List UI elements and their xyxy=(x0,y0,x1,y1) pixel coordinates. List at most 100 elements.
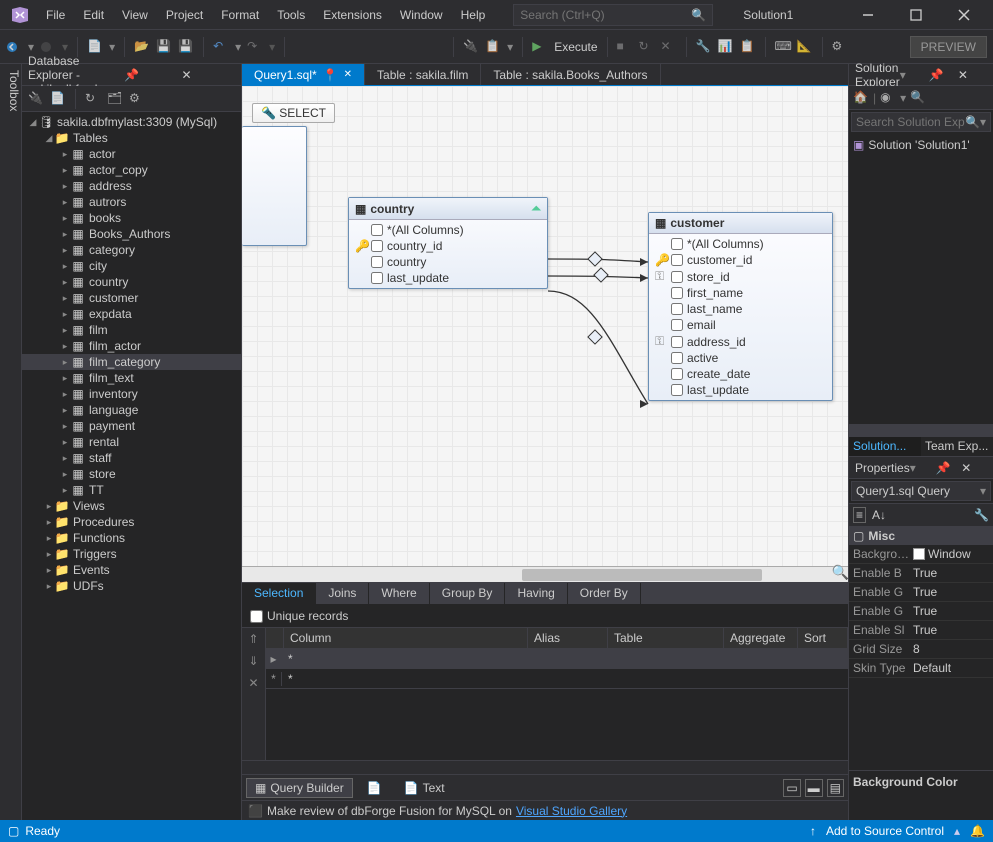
grid-scrollbar[interactable] xyxy=(242,760,848,774)
property-grid[interactable]: ▢Misc BackgroundWindowEnable BTrueEnable… xyxy=(849,527,993,770)
close-button[interactable] xyxy=(941,0,987,30)
table-node[interactable]: ▸▦staff xyxy=(22,450,241,466)
table-node[interactable]: ▸▦autrors xyxy=(22,194,241,210)
table-box-country[interactable]: ▦country⏶ *(All Columns) 🔑country_id cou… xyxy=(348,197,548,289)
unique-records-check[interactable] xyxy=(250,610,263,623)
column-check[interactable] xyxy=(671,368,683,380)
close-icon[interactable]: ✕ xyxy=(958,68,987,82)
property-row[interactable]: Enable GTrue xyxy=(849,602,993,621)
minimize-button[interactable] xyxy=(845,0,891,30)
pin-icon[interactable]: 📌 xyxy=(124,68,177,82)
close-icon[interactable]: ✕ xyxy=(961,461,987,475)
subtab-selection[interactable]: Selection xyxy=(242,583,316,604)
property-row[interactable]: Grid Size8 xyxy=(849,640,993,659)
gallery-link[interactable]: Visual Studio Gallery xyxy=(516,804,627,818)
misc-tb-icon[interactable]: 🔧 xyxy=(696,39,712,55)
connect-icon[interactable]: 🔌 xyxy=(28,91,44,107)
property-object-selector[interactable]: Query1.sql Query▾ xyxy=(851,481,991,501)
notifications-icon[interactable]: 🔔 xyxy=(970,824,985,838)
property-row[interactable]: Skin TypeDefault xyxy=(849,659,993,678)
preview-button[interactable]: PREVIEW xyxy=(910,36,987,58)
maximize-button[interactable] xyxy=(893,0,939,30)
toolbox-tab[interactable]: Toolbox xyxy=(0,64,22,820)
column-row[interactable]: last_name xyxy=(649,301,832,317)
new-file-icon[interactable]: 📄 xyxy=(87,39,103,55)
table-node[interactable]: ▸▦payment xyxy=(22,418,241,434)
table-node[interactable]: ▸▦category xyxy=(22,242,241,258)
subtab-where[interactable]: Where xyxy=(369,583,429,604)
column-name[interactable]: customer_id xyxy=(687,253,752,267)
column-check[interactable] xyxy=(371,256,383,268)
table-node[interactable]: ▸▦language xyxy=(22,402,241,418)
table-node[interactable]: ▸▦TT xyxy=(22,482,241,498)
col-header-column[interactable]: Column xyxy=(284,628,528,648)
source-control-button[interactable]: Add to Source Control xyxy=(826,824,944,838)
close-icon[interactable]: ✕ xyxy=(344,69,352,80)
delete-icon[interactable]: ✕ xyxy=(248,676,258,690)
view-icon[interactable]: ▬ xyxy=(805,779,823,797)
settings-icon[interactable]: ⚙ xyxy=(832,39,848,55)
menu-help[interactable]: Help xyxy=(453,4,494,26)
property-row[interactable]: BackgroundWindow xyxy=(849,545,993,564)
udfs-folder[interactable]: UDFs xyxy=(73,579,104,593)
column-row[interactable]: email xyxy=(649,317,832,333)
misc-tb-icon[interactable]: 📋 xyxy=(740,39,756,55)
solution-search[interactable]: 🔍▾ xyxy=(851,112,991,132)
new-connection-icon[interactable]: 🔌 xyxy=(463,39,479,55)
column-name[interactable]: last_update xyxy=(687,383,749,397)
grid-row[interactable]: ** xyxy=(266,669,848,689)
column-check[interactable] xyxy=(671,271,683,283)
subtab-having[interactable]: Having xyxy=(505,583,567,604)
table-node[interactable]: ▸▦address xyxy=(22,178,241,194)
column-name[interactable]: last_name xyxy=(687,302,742,316)
column-name[interactable]: country xyxy=(387,255,426,269)
column-name[interactable]: *(All Columns) xyxy=(687,237,764,251)
wrench-icon[interactable]: 🔧 xyxy=(974,508,989,522)
col-header-table[interactable]: Table xyxy=(608,628,724,648)
forward-history-icon[interactable] xyxy=(40,39,56,55)
scrollbar[interactable] xyxy=(849,424,993,436)
column-check[interactable] xyxy=(671,336,683,348)
property-row[interactable]: Enable BTrue xyxy=(849,564,993,583)
col-header-sort[interactable]: Sort xyxy=(798,628,848,648)
solution-tree[interactable]: ▣Solution 'Solution1' xyxy=(849,136,993,424)
views-folder[interactable]: Views xyxy=(73,499,105,513)
property-row[interactable]: Enable SlTrue xyxy=(849,621,993,640)
column-row[interactable]: ⚿address_id xyxy=(649,333,832,350)
functions-folder[interactable]: Functions xyxy=(73,531,125,545)
column-name[interactable]: store_id xyxy=(687,270,730,284)
stop-icon[interactable]: ■ xyxy=(617,39,633,55)
column-row[interactable]: *(All Columns) xyxy=(649,236,832,252)
query-builder-tab[interactable]: ▦Query Builder xyxy=(246,778,353,798)
column-row[interactable]: ⚿store_id xyxy=(649,268,832,285)
column-name[interactable]: create_date xyxy=(687,367,750,381)
tab-books[interactable]: Table : sakila.Books_Authors xyxy=(481,64,660,85)
column-row[interactable]: active xyxy=(649,350,832,366)
column-name[interactable]: country_id xyxy=(387,239,442,253)
cancel-icon[interactable]: ✕ xyxy=(661,39,677,55)
menu-format[interactable]: Format xyxy=(213,4,267,26)
refresh-icon[interactable]: 🔍 xyxy=(910,90,926,106)
table-box-customer[interactable]: ▦customer *(All Columns)🔑customer_id⚿sto… xyxy=(648,212,833,401)
menu-view[interactable]: View xyxy=(114,4,156,26)
misc-tb-icon[interactable]: 📊 xyxy=(718,39,734,55)
global-search[interactable]: 🔍 xyxy=(513,4,713,26)
solution-root[interactable]: Solution 'Solution1' xyxy=(868,138,969,152)
open-file-icon[interactable]: 📂 xyxy=(134,39,150,55)
undo-icon[interactable]: ↶ xyxy=(213,39,229,55)
sql-icon[interactable]: 📋 xyxy=(485,39,501,55)
subtab-joins[interactable]: Joins xyxy=(316,583,369,604)
table-node[interactable]: ▸▦inventory xyxy=(22,386,241,402)
query-icon[interactable]: 📄 xyxy=(50,91,66,107)
menu-extensions[interactable]: Extensions xyxy=(315,4,390,26)
column-check[interactable] xyxy=(671,303,683,315)
redo-icon[interactable]: ↷ xyxy=(247,39,263,55)
triggers-folder[interactable]: Triggers xyxy=(73,547,117,561)
query-designer-canvas[interactable]: 🔦 SELECT ▦country⏶ *(All Columns) 🔑 xyxy=(242,86,848,566)
subtab-groupby[interactable]: Group By xyxy=(430,583,506,604)
column-check[interactable] xyxy=(671,352,683,364)
table-node[interactable]: ▸▦city xyxy=(22,258,241,274)
debug-icon[interactable]: ▶ xyxy=(532,39,548,55)
table-node[interactable]: ▸▦film_actor xyxy=(22,338,241,354)
column-name[interactable]: active xyxy=(687,351,718,365)
